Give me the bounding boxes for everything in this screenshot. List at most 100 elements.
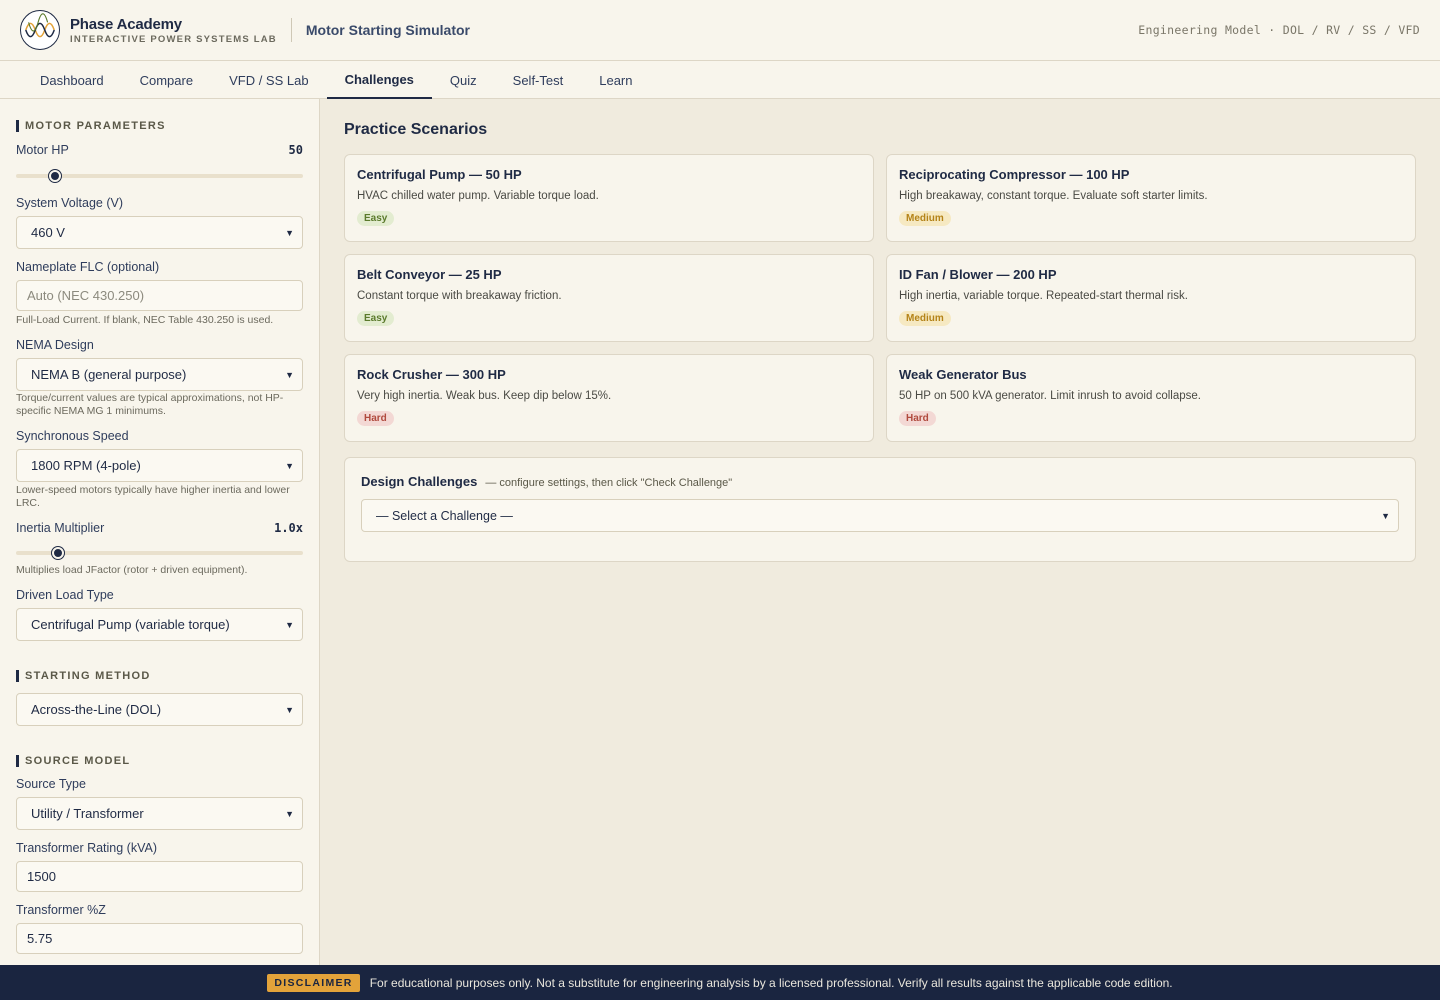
slider-thumb[interactable]: [51, 547, 64, 559]
difficulty-badge: Medium: [899, 311, 951, 326]
sidebar: MOTOR PARAMETERS Motor HP 50 System Volt…: [0, 99, 320, 965]
main-content: Practice Scenarios Centrifugal Pump — 50…: [320, 99, 1440, 965]
load-type-select[interactable]: Centrifugal Pump (variable torque) ▼: [16, 608, 303, 641]
starting-method-heading: STARTING METHOD: [16, 670, 303, 682]
header-divider: [290, 18, 292, 42]
source-type-select[interactable]: Utility / Transformer ▼: [16, 797, 303, 830]
sync-speed-hint: Lower-speed motors typically have higher…: [16, 484, 290, 509]
inertia-hint: Multiplies load JFactor (rotor + driven …: [16, 564, 248, 576]
chevron-down-icon: ▼: [285, 460, 294, 471]
inertia-value: 1.0x: [274, 521, 303, 535]
challenge-select-value: — Select a Challenge —: [376, 508, 513, 523]
app-header: Phase Academy INTERACTIVE POWER SYSTEMS …: [0, 0, 1440, 61]
difficulty-badge: Hard: [899, 411, 936, 426]
scenario-card[interactable]: Centrifugal Pump — 50 HP HVAC chilled wa…: [344, 154, 874, 242]
flc-input[interactable]: Auto (NEC 430.250): [16, 280, 303, 311]
nema-select-value: NEMA B (general purpose): [31, 367, 187, 382]
tab-dashboard[interactable]: Dashboard: [22, 61, 122, 99]
xfmr-rating-input[interactable]: 1500: [16, 861, 303, 892]
nema-select[interactable]: NEMA B (general purpose) ▼: [16, 358, 303, 391]
load-type-label: Driven Load Type: [16, 588, 114, 602]
motor-hp-value: 50: [288, 143, 303, 157]
voltage-label: System Voltage (V): [16, 196, 123, 210]
scenario-description: Constant torque with breakaway friction.: [357, 290, 562, 302]
scenario-card[interactable]: Rock Crusher — 300 HP Very high inertia.…: [344, 354, 874, 442]
scenario-description: 50 HP on 500 kVA generator. Limit inrush…: [899, 390, 1201, 402]
scenario-title: Centrifugal Pump — 50 HP: [357, 167, 522, 182]
tab-learn[interactable]: Learn: [581, 61, 650, 99]
scenario-description: High inertia, variable torque. Repeated-…: [899, 290, 1188, 302]
motor-hp-label: Motor HP: [16, 143, 69, 157]
engine-label: Engineering Model · DOL / RV / SS / VFD: [1138, 23, 1420, 37]
section-title: SOURCE MODEL: [25, 755, 131, 767]
brand-block: Phase Academy INTERACTIVE POWER SYSTEMS …: [70, 16, 277, 45]
tab-bar: Dashboard Compare VFD / SS Lab Challenge…: [0, 61, 1440, 99]
source-type-select-value: Utility / Transformer: [31, 806, 144, 821]
tab-vfd-ss-lab[interactable]: VFD / SS Lab: [211, 61, 326, 99]
inertia-label: Inertia Multiplier: [16, 521, 105, 535]
brand-name: Phase Academy: [70, 15, 182, 33]
nema-label: NEMA Design: [16, 338, 94, 352]
scenario-card[interactable]: ID Fan / Blower — 200 HP High inertia, v…: [886, 254, 1416, 342]
tab-self-test[interactable]: Self-Test: [495, 61, 582, 99]
motor-hp-label-row: Motor HP 50: [16, 143, 303, 157]
nema-hint: Torque/current values are typical approx…: [16, 392, 284, 417]
scenario-card[interactable]: Reciprocating Compressor — 100 HP High b…: [886, 154, 1416, 242]
voltage-select[interactable]: 460 V ▼: [16, 216, 303, 249]
page-title: Practice Scenarios: [344, 121, 488, 138]
slider-thumb[interactable]: [49, 170, 61, 182]
disclaimer-badge: DISCLAIMER: [267, 973, 360, 992]
app-title: Motor Starting Simulator: [305, 22, 470, 38]
tab-challenges[interactable]: Challenges: [326, 61, 432, 99]
section-marker: [16, 120, 19, 132]
scenario-description: Very high inertia. Weak bus. Keep dip be…: [357, 390, 612, 402]
scenario-title: Weak Generator Bus: [899, 367, 1027, 382]
starting-method-select-value: Across-the-Line (DOL): [31, 702, 162, 717]
sync-speed-select-value: 1800 RPM (4-pole): [31, 458, 141, 473]
scenario-card[interactable]: Weak Generator Bus 50 HP on 500 kVA gene…: [886, 354, 1416, 442]
load-type-select-value: Centrifugal Pump (variable torque): [31, 617, 230, 632]
chevron-down-icon: ▼: [285, 808, 294, 819]
xfmr-z-label: Transformer %Z: [16, 903, 106, 917]
scenario-card[interactable]: Belt Conveyor — 25 HP Constant torque wi…: [344, 254, 874, 342]
flc-label: Nameplate FLC (optional): [16, 260, 160, 274]
difficulty-badge: Hard: [357, 411, 394, 426]
chevron-down-icon: ▼: [285, 619, 294, 630]
chevron-down-icon: ▼: [285, 704, 294, 715]
section-marker: [16, 755, 19, 767]
scenario-title: ID Fan / Blower — 200 HP: [899, 267, 1057, 282]
scenario-title: Belt Conveyor — 25 HP: [357, 267, 502, 282]
chevron-down-icon: ▼: [285, 369, 294, 380]
scenario-title: Reciprocating Compressor — 100 HP: [899, 167, 1130, 182]
flc-hint: Full-Load Current. If blank, NEC Table 4…: [16, 314, 274, 326]
inertia-slider[interactable]: [16, 546, 303, 560]
disclaimer-bar: DISCLAIMER For educational purposes only…: [0, 965, 1440, 1000]
design-challenges-header: Design Challenges — configure settings, …: [361, 474, 1399, 489]
starting-method-select[interactable]: Across-the-Line (DOL) ▼: [16, 693, 303, 726]
disclaimer-text: For educational purposes only. Not a sub…: [369, 975, 1173, 990]
tab-quiz[interactable]: Quiz: [432, 61, 495, 99]
scenario-description: High breakaway, constant torque. Evaluat…: [899, 190, 1208, 202]
xfmr-z-input[interactable]: 5.75: [16, 923, 303, 954]
section-title: MOTOR PARAMETERS: [25, 120, 166, 132]
sync-speed-label: Synchronous Speed: [16, 429, 129, 443]
motor-parameters-heading: MOTOR PARAMETERS: [16, 120, 303, 132]
source-model-heading: SOURCE MODEL: [16, 755, 303, 767]
design-challenges-panel: Design Challenges — configure settings, …: [344, 457, 1416, 562]
source-type-label: Source Type: [16, 777, 86, 791]
section-marker: [16, 670, 19, 682]
motor-hp-slider[interactable]: [16, 169, 303, 183]
sync-speed-select[interactable]: 1800 RPM (4-pole) ▼: [16, 449, 303, 482]
tab-compare[interactable]: Compare: [122, 61, 211, 99]
brand-subtitle: INTERACTIVE POWER SYSTEMS LAB: [70, 33, 277, 45]
scenario-title: Rock Crusher — 300 HP: [357, 367, 506, 382]
challenge-select[interactable]: — Select a Challenge — ▼: [361, 499, 1399, 532]
chevron-down-icon: ▼: [285, 227, 294, 238]
scenario-description: HVAC chilled water pump. Variable torque…: [357, 190, 599, 202]
difficulty-badge: Medium: [899, 211, 951, 226]
difficulty-badge: Easy: [357, 211, 395, 226]
voltage-select-value: 460 V: [31, 225, 65, 240]
inertia-label-row: Inertia Multiplier 1.0x: [16, 521, 303, 535]
section-title: STARTING METHOD: [25, 670, 151, 682]
difficulty-badge: Easy: [357, 311, 395, 326]
